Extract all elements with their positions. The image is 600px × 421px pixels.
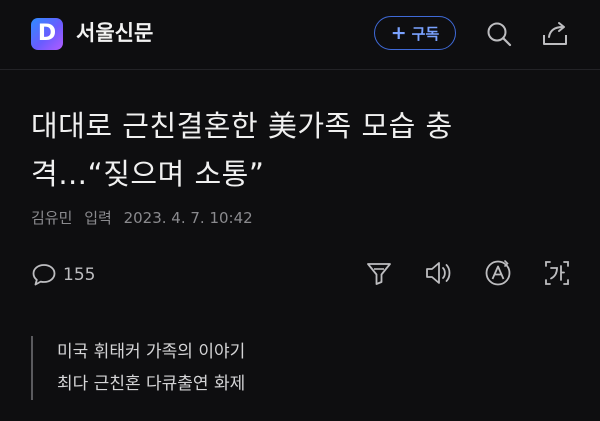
author-name[interactable]: 김유민 [31,209,72,227]
brand-name[interactable]: 서울신문 [76,20,153,46]
summary-icon[interactable] [364,258,394,288]
top-bar: D 서울신문 + 구독 [0,0,600,70]
search-icon[interactable] [484,19,514,49]
plus-icon: + [390,22,407,44]
comments-button[interactable]: 155 [31,262,95,288]
headline-line: 격…“짖으며 소통” [31,157,265,191]
comment-icon [32,264,56,286]
summary-line: 미국 휘태커 가족의 이야기 [57,342,246,362]
translate-icon[interactable] [542,258,572,288]
summary-line: 최다 근친혼 다큐출연 화제 [57,374,246,394]
share-icon[interactable] [540,19,570,49]
brand-logo[interactable]: D [31,18,63,50]
article-summary: 미국 휘태커 가족의 이야기 최다 근친혼 다큐출연 화제 [31,336,245,400]
published-time: 2023. 4. 7. 10:42 [123,209,253,227]
article-headline: 대대로 근친결혼한 美가족 모습 충 격…“짖으며 소통” [31,102,551,198]
byline: 김유민 입력 2023. 4. 7. 10:42 [31,207,260,228]
subscribe-label: 구독 [411,24,440,43]
comment-count: 155 [63,265,96,285]
subscribe-button[interactable]: + 구독 [374,16,456,50]
published-label: 입력 [84,209,112,227]
headline-line: 대대로 근친결혼한 美가족 모습 충 [31,109,453,143]
listen-icon[interactable] [423,258,453,288]
font-size-icon[interactable] [483,258,513,288]
